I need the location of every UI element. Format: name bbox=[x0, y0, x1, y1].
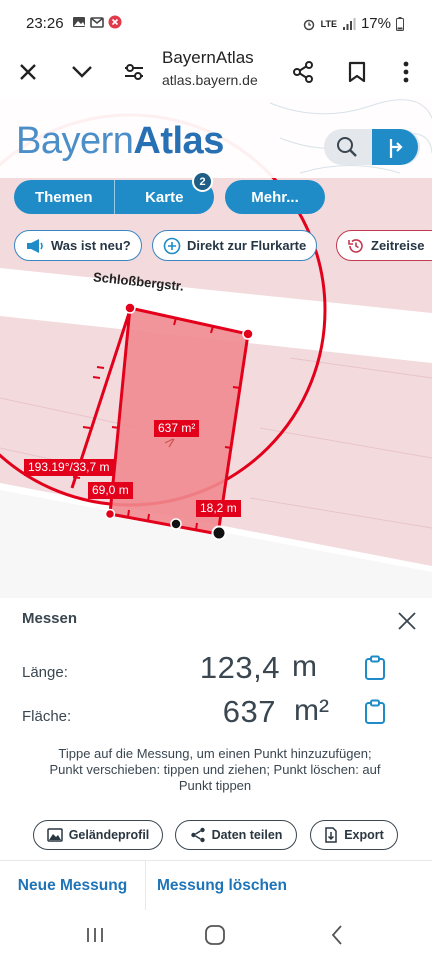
delete-measure-button[interactable]: Messung löschen bbox=[146, 861, 298, 910]
route-button[interactable] bbox=[372, 129, 418, 165]
network-type: LTE bbox=[320, 18, 337, 29]
measure-panel: Messen Länge: 123,4 m Fläche: 637 m² Tip… bbox=[0, 598, 432, 911]
image-notification-icon bbox=[73, 17, 85, 27]
azimuth-label: 193.19°/33,7 m bbox=[24, 459, 114, 476]
system-nav-bar bbox=[0, 910, 432, 960]
vertex-point[interactable] bbox=[170, 518, 182, 530]
share-data-label: Daten teilen bbox=[211, 828, 283, 842]
length-label: Länge: bbox=[22, 664, 68, 681]
copy-area-button[interactable] bbox=[362, 698, 388, 726]
copy-length-button[interactable] bbox=[362, 654, 388, 682]
whats-new-chip[interactable]: Was ist neu? bbox=[14, 230, 142, 261]
megaphone-icon bbox=[27, 238, 43, 253]
area-value: 637 bbox=[222, 694, 276, 729]
tab-themen[interactable]: Themen bbox=[14, 180, 114, 214]
vertex-point[interactable] bbox=[124, 302, 136, 314]
recents-icon bbox=[87, 928, 103, 942]
flurkarte-label: Direkt zur Flurkarte bbox=[187, 238, 307, 253]
add-circle-icon bbox=[163, 237, 181, 254]
measure-hint: Tippe auf die Messung, um einen Punkt hi… bbox=[49, 746, 381, 793]
notification-icons bbox=[72, 15, 122, 29]
segment-length-label: 69,0 m bbox=[88, 482, 133, 499]
export-button[interactable]: Export bbox=[310, 820, 398, 850]
more-options-button[interactable] bbox=[390, 56, 422, 88]
chevron-down-icon bbox=[72, 66, 92, 78]
alarm-icon bbox=[303, 19, 314, 30]
home-button[interactable] bbox=[200, 922, 230, 948]
export-icon bbox=[325, 827, 337, 843]
main-nav: Themen Karte bbox=[14, 180, 214, 214]
back-icon bbox=[331, 925, 342, 945]
clipboard-icon bbox=[365, 655, 385, 680]
minimize-button[interactable] bbox=[66, 56, 98, 88]
elevation-profile-button[interactable]: Geländeprofil bbox=[33, 820, 163, 850]
whats-new-label: Was ist neu? bbox=[51, 238, 131, 253]
close-tab-button[interactable] bbox=[12, 56, 44, 88]
close-icon bbox=[398, 612, 416, 630]
browser-toolbar: BayernAtlas atlas.bayern.de bbox=[0, 46, 432, 98]
export-label: Export bbox=[344, 828, 384, 842]
zeitreise-chip[interactable]: Zeitreise bbox=[336, 230, 432, 261]
karte-count-badge: 2 bbox=[192, 171, 213, 192]
system-status: LTE 17% bbox=[302, 15, 404, 32]
route-icon bbox=[389, 139, 403, 158]
close-icon bbox=[20, 64, 36, 80]
search-button[interactable] bbox=[324, 129, 370, 165]
map-view[interactable]: BayernAtlas Themen Karte 2 Mehr... Was i… bbox=[0, 98, 432, 598]
new-measure-button[interactable]: Neue Messung bbox=[0, 861, 145, 910]
battery-icon bbox=[396, 16, 404, 31]
area-unit: m² bbox=[294, 694, 329, 727]
landscape-icon bbox=[46, 828, 63, 842]
zeitreise-label: Zeitreise bbox=[371, 238, 425, 253]
status-bar: 23:26 LTE 17% bbox=[0, 0, 432, 46]
close-panel-button[interactable] bbox=[394, 608, 420, 634]
share-button[interactable] bbox=[287, 56, 319, 88]
flurkarte-chip[interactable]: Direkt zur Flurkarte bbox=[152, 230, 318, 261]
vertex-point-active[interactable] bbox=[211, 525, 227, 541]
elevation-profile-label: Geländeprofil bbox=[68, 828, 150, 842]
share-icon bbox=[293, 61, 313, 83]
battery-level: 17% bbox=[360, 15, 391, 32]
site-title: BayernAtlas bbox=[162, 48, 254, 67]
area-label: Fläche: bbox=[22, 708, 72, 725]
signal-icon bbox=[342, 17, 356, 30]
bookmark-button[interactable] bbox=[341, 56, 373, 88]
history-icon bbox=[348, 238, 363, 253]
area-measure-label: 637 m² bbox=[154, 420, 200, 437]
bookmark-icon bbox=[348, 61, 366, 83]
vertex-point[interactable] bbox=[104, 508, 116, 520]
site-settings-button[interactable] bbox=[118, 56, 150, 88]
share-icon bbox=[190, 827, 205, 843]
tune-icon bbox=[125, 64, 143, 80]
site-url[interactable]: atlas.bayern.de bbox=[162, 72, 258, 88]
panel-title: Messen bbox=[22, 610, 78, 627]
blocked-notification-icon bbox=[108, 15, 122, 29]
vertex-point[interactable] bbox=[242, 328, 254, 340]
gmail-notification-icon bbox=[90, 17, 104, 28]
recent-apps-button[interactable] bbox=[80, 922, 110, 948]
measure-actions: Neue Messung Messung löschen bbox=[0, 860, 432, 911]
segment-length-label: 18,2 m bbox=[196, 500, 241, 517]
back-button[interactable] bbox=[322, 922, 352, 948]
clipboard-icon bbox=[365, 699, 385, 724]
bayernatlas-logo[interactable]: BayernAtlas bbox=[16, 120, 224, 163]
clock: 23:26 bbox=[26, 15, 64, 32]
home-icon bbox=[205, 925, 225, 945]
length-value: 123,4 bbox=[199, 650, 280, 685]
search-icon bbox=[337, 137, 357, 157]
more-button[interactable]: Mehr... bbox=[225, 180, 325, 214]
more-vert-icon bbox=[403, 61, 409, 83]
length-unit: m bbox=[292, 650, 317, 683]
share-data-button[interactable]: Daten teilen bbox=[175, 820, 297, 850]
